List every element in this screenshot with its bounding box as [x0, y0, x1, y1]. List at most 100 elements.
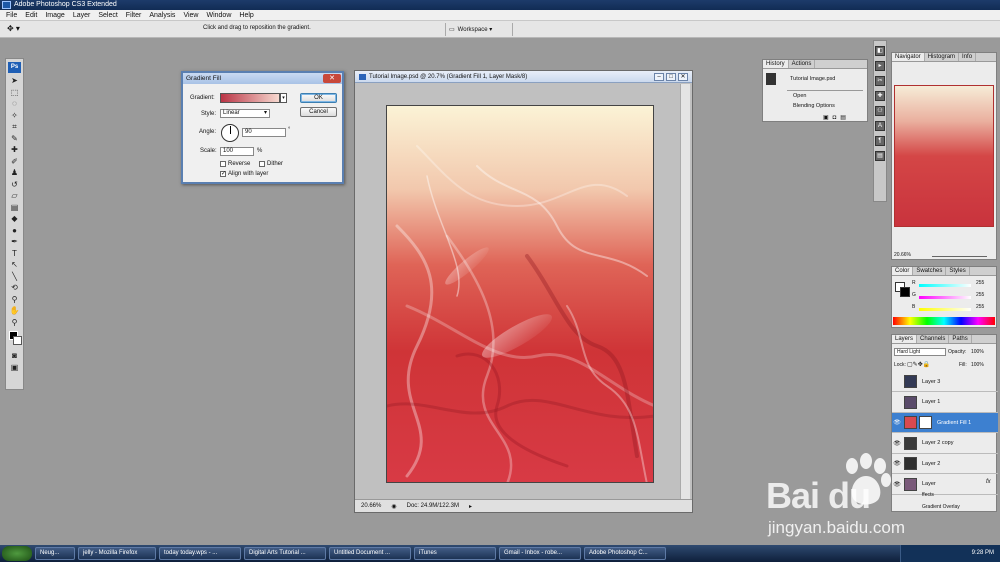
- close-icon[interactable]: ✕: [678, 73, 688, 81]
- canvas-area[interactable]: [357, 84, 679, 500]
- clone-stamp-icon[interactable]: ♟: [6, 167, 23, 179]
- taskbar-item[interactable]: Adobe Photoshop C...: [584, 547, 666, 560]
- zoom-tool-icon[interactable]: ⚲: [6, 317, 23, 329]
- menu-help[interactable]: Help: [235, 12, 257, 19]
- lock-icons[interactable]: ▢✎✥🔒: [907, 361, 930, 368]
- background-color[interactable]: [13, 336, 22, 345]
- type-tool-icon[interactable]: T: [6, 248, 23, 260]
- clock[interactable]: 9:28 PM: [972, 550, 994, 556]
- color-swatches[interactable]: [6, 328, 23, 350]
- tab-paths[interactable]: Paths: [949, 335, 972, 343]
- lasso-tool-icon[interactable]: ◌: [6, 98, 23, 110]
- navigator-dock-icon[interactable]: ◧: [875, 46, 885, 56]
- tab-info[interactable]: Info: [959, 53, 977, 61]
- paragraph-dock-icon[interactable]: ¶: [875, 136, 885, 146]
- maximize-icon[interactable]: □: [666, 73, 676, 81]
- status-arrow-icon[interactable]: ▸: [469, 503, 472, 510]
- channel-b-value[interactable]: 255: [976, 304, 984, 310]
- taskbar-item[interactable]: Neug...: [35, 547, 75, 560]
- info-dock-icon[interactable]: ▸: [875, 61, 885, 71]
- menu-edit[interactable]: Edit: [21, 12, 41, 19]
- tab-layers[interactable]: Layers: [892, 335, 918, 343]
- eyedropper-icon[interactable]: ⚲: [6, 294, 23, 306]
- visibility-eye-icon[interactable]: 👁: [892, 419, 902, 426]
- taskbar-item[interactable]: Digital Arts Tutorial ...: [244, 547, 326, 560]
- gradient-tool-icon[interactable]: ▤: [6, 202, 23, 214]
- history-item-open[interactable]: Open: [793, 93, 806, 99]
- tab-navigator[interactable]: Navigator: [892, 53, 925, 61]
- navigator-thumbnail[interactable]: [894, 85, 994, 227]
- eraser-tool-icon[interactable]: ▱: [6, 190, 23, 202]
- menu-filter[interactable]: Filter: [122, 12, 146, 19]
- scale-input[interactable]: 100: [220, 147, 254, 156]
- angle-dial[interactable]: [221, 124, 239, 142]
- dodge-tool-icon[interactable]: ●: [6, 225, 23, 237]
- dither-checkbox[interactable]: [259, 161, 265, 167]
- channel-r-slider[interactable]: [919, 284, 971, 287]
- crop-tool-icon[interactable]: ⌗: [6, 121, 23, 133]
- canvas-image[interactable]: [386, 105, 654, 483]
- layer-row[interactable]: 👁 Gradient Fill 1: [892, 413, 998, 433]
- tab-actions[interactable]: Actions: [789, 60, 816, 68]
- taskbar-item[interactable]: today today.wps - ...: [159, 547, 241, 560]
- brushes-dock-icon[interactable]: ✚: [875, 91, 885, 101]
- taskbar-item[interactable]: jelly - Mozilla Firefox: [78, 547, 156, 560]
- layer-mask-thumbnail[interactable]: [919, 416, 932, 429]
- tab-channels[interactable]: Channels: [917, 335, 950, 343]
- visibility-eye-icon[interactable]: 👁: [892, 460, 902, 467]
- dialog-titlebar[interactable]: Gradient Fill ✕: [183, 73, 342, 84]
- taskbar-item[interactable]: Gmail - Inbox - robe...: [499, 547, 581, 560]
- menu-view[interactable]: View: [179, 12, 202, 19]
- blur-tool-icon[interactable]: ◆: [6, 213, 23, 225]
- tab-history[interactable]: History: [763, 60, 789, 68]
- magic-wand-icon[interactable]: ✧: [6, 110, 23, 122]
- layer-row[interactable]: 👁 Layer: [892, 475, 998, 495]
- move-tool-preset-icon[interactable]: ✥ ▾: [7, 24, 27, 35]
- chevron-down-icon[interactable]: ▾: [280, 93, 287, 103]
- history-item-blending[interactable]: Blending Options: [793, 103, 835, 109]
- tool-presets-dock-icon[interactable]: ✂: [875, 76, 885, 86]
- screen-mode-icon[interactable]: ▣: [6, 362, 23, 374]
- document-titlebar[interactable]: Tutorial Image.psd @ 20.7% (Gradient Fil…: [355, 71, 692, 83]
- quick-mask-icon[interactable]: ◙: [6, 350, 23, 362]
- channel-g-slider[interactable]: [919, 296, 971, 299]
- navigator-zoom[interactable]: 20.66%: [894, 252, 911, 258]
- style-select[interactable]: Linear: [220, 109, 270, 118]
- path-selection-icon[interactable]: ↖: [6, 259, 23, 271]
- tab-histogram[interactable]: Histogram: [925, 53, 960, 61]
- status-icon[interactable]: ◉: [391, 503, 396, 510]
- align-checkbox[interactable]: ✓: [220, 171, 226, 177]
- layer-comps-dock-icon[interactable]: ▤: [875, 151, 885, 161]
- 3d-rotate-icon[interactable]: ⟲: [6, 282, 23, 294]
- layer-row[interactable]: 👁 Layer 2 copy: [892, 434, 998, 454]
- menu-window[interactable]: Window: [202, 12, 235, 19]
- healing-brush-icon[interactable]: ✚: [6, 144, 23, 156]
- move-tool-icon[interactable]: ➤: [6, 75, 23, 87]
- reverse-checkbox[interactable]: [220, 161, 226, 167]
- slice-tool-icon[interactable]: ✎: [6, 133, 23, 145]
- menu-image[interactable]: Image: [41, 12, 68, 19]
- visibility-eye-icon[interactable]: 👁: [892, 481, 902, 488]
- cancel-button[interactable]: Cancel: [300, 107, 337, 117]
- color-spectrum-bar[interactable]: [893, 317, 995, 325]
- brush-tool-icon[interactable]: ✐: [6, 156, 23, 168]
- zoom-level[interactable]: 20.66%: [361, 503, 381, 509]
- menu-file[interactable]: File: [2, 12, 21, 19]
- visibility-eye-icon[interactable]: 👁: [892, 440, 902, 447]
- character-dock-icon[interactable]: A: [875, 121, 885, 131]
- minimize-icon[interactable]: –: [654, 73, 664, 81]
- effect-gradient-overlay[interactable]: Gradient Overlay: [922, 504, 960, 510]
- ok-button[interactable]: OK: [300, 93, 337, 103]
- opacity-value[interactable]: 100%: [971, 349, 984, 355]
- channel-b-slider[interactable]: [919, 308, 971, 311]
- channel-g-value[interactable]: 255: [976, 292, 984, 298]
- hand-tool-icon[interactable]: ✋: [6, 305, 23, 317]
- history-footer-icons[interactable]: ▣◘▤: [823, 114, 850, 121]
- channel-r-value[interactable]: 255: [976, 280, 984, 286]
- snapshot-name[interactable]: Tutorial Image.psd: [790, 76, 835, 82]
- start-button[interactable]: [2, 546, 32, 561]
- tab-swatches[interactable]: Swatches: [913, 267, 947, 275]
- menu-analysis[interactable]: Analysis: [145, 12, 179, 19]
- layer-row[interactable]: 👁 Layer 2: [892, 454, 998, 474]
- pen-tool-icon[interactable]: ✒: [6, 236, 23, 248]
